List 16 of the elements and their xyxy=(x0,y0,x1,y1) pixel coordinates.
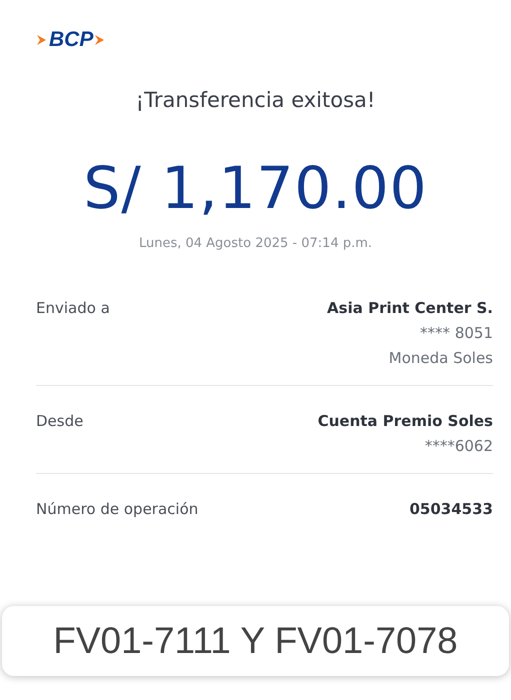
detail-value: Cuenta Premio Soles xyxy=(318,412,493,430)
chevron-icon xyxy=(36,33,48,47)
detail-label: Desde xyxy=(36,412,84,432)
detail-label: Enviado a xyxy=(36,299,110,319)
note-card: FV01-7111 Y FV01-7078 xyxy=(2,606,509,676)
success-title: ¡Transferencia exitosa! xyxy=(134,88,376,112)
detail-value: 05034533 xyxy=(410,500,493,518)
detail-label: Número de operación xyxy=(36,500,198,518)
detail-value: **** 8051 xyxy=(420,324,493,342)
detail-value: Moneda Soles xyxy=(388,349,493,367)
detail-value: ****6062 xyxy=(424,437,493,455)
logo: BCP xyxy=(49,28,94,52)
date-time: Lunes, 04 Agosto 2025 - 07:14 p.m. xyxy=(138,236,374,251)
amount: S/ 1,170.00 xyxy=(82,154,429,222)
chevron-icon xyxy=(94,33,106,47)
detail-value: Asia Print Center S. xyxy=(327,299,493,317)
